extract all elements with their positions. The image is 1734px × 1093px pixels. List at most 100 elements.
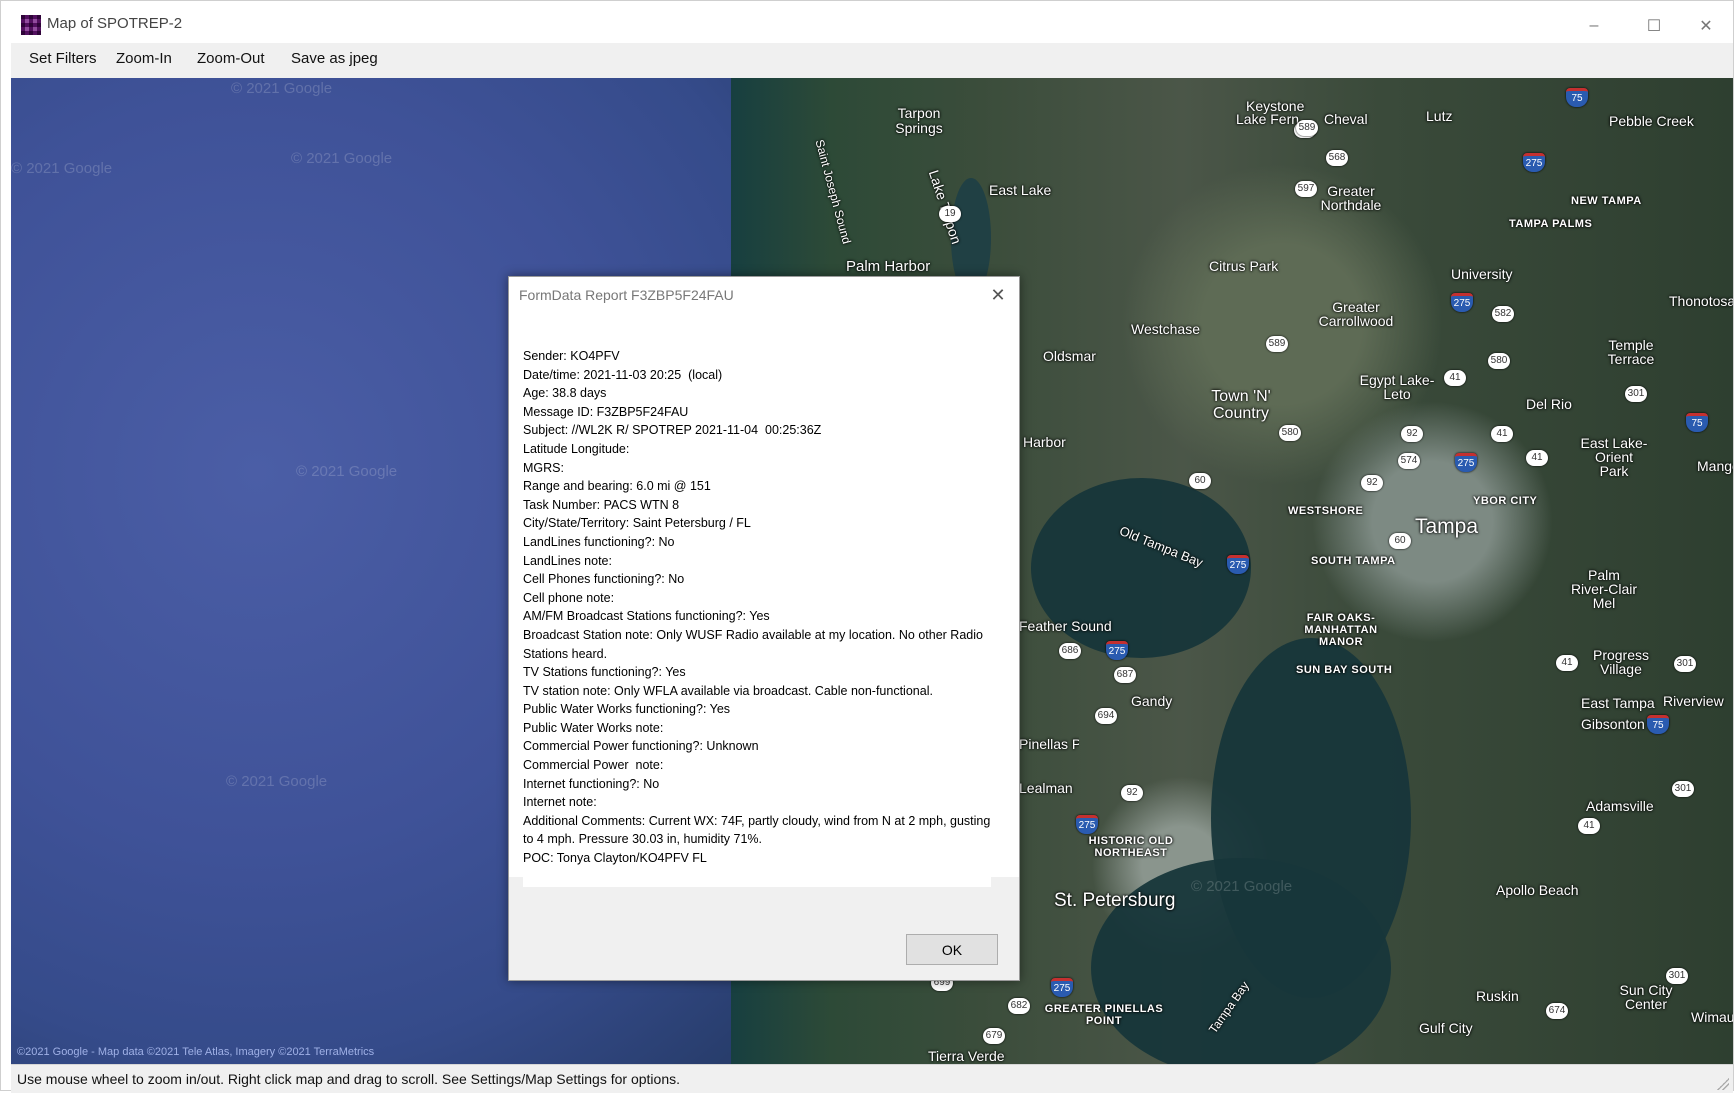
menu-save-jpeg[interactable]: Save as jpeg bbox=[291, 50, 378, 67]
road-shield-icon: 568 bbox=[1326, 150, 1348, 166]
map-label: Thonotosassa bbox=[1669, 293, 1733, 309]
report-line: Sender: KO4PFV bbox=[523, 349, 620, 363]
map-label: SOUTH TAMPA bbox=[1311, 555, 1396, 567]
map-label: SUN BAY SOUTH bbox=[1296, 664, 1393, 676]
report-line: POC: Tonya Clayton/KO4PFV FL bbox=[523, 851, 707, 866]
road-shield-icon: 19 bbox=[939, 206, 961, 222]
map-label: Progress Village bbox=[1592, 647, 1650, 677]
status-text: Use mouse wheel to zoom in/out. Right cl… bbox=[17, 1071, 680, 1087]
menu-zoom-out[interactable]: Zoom-Out bbox=[197, 50, 265, 67]
map-label: YBOR CITY bbox=[1473, 495, 1538, 507]
menu-zoom-in[interactable]: Zoom-In bbox=[116, 50, 172, 67]
report-line: Task Number: PACS WTN 8 bbox=[523, 497, 680, 512]
report-line: Message ID: F3ZBP5F24FAU bbox=[523, 404, 689, 419]
map-watermark: © 2021 Google bbox=[231, 80, 333, 97]
map-label: East Lake bbox=[989, 182, 1052, 198]
dialog-close-button[interactable]: ✕ bbox=[985, 283, 1011, 307]
report-line: TV Stations functioning?: Yes bbox=[523, 665, 686, 680]
map-label: Tampa bbox=[1415, 515, 1479, 538]
interstate-shield-icon: 75 bbox=[1686, 413, 1708, 432]
report-line: Internet functioning?: No bbox=[523, 776, 660, 791]
window-title: Map of SPOTREP-2 bbox=[47, 15, 183, 32]
road-shield-icon: 41 bbox=[1578, 818, 1600, 834]
interstate-shield-icon: 275 bbox=[1451, 293, 1473, 312]
report-line: Commercial Power functioning?: Unknown bbox=[523, 739, 759, 754]
report-line: MGRS: bbox=[523, 460, 564, 475]
map-label: WESTSHORE bbox=[1288, 505, 1364, 517]
map-label: Pebble Creek bbox=[1609, 113, 1694, 129]
road-shield-icon: 682 bbox=[1008, 998, 1030, 1014]
road-shield-icon: 92 bbox=[1361, 475, 1383, 491]
interstate-shield-icon: 275 bbox=[1455, 453, 1477, 472]
report-line: Date/time: 2021-11-03 20:25 (local) bbox=[523, 367, 723, 382]
road-shield-icon: 60 bbox=[1389, 533, 1411, 549]
road-shield-icon: 687 bbox=[1114, 667, 1136, 683]
road-shield-icon: 679 bbox=[983, 1028, 1005, 1044]
map-label: Adamsville bbox=[1586, 798, 1654, 814]
report-line: Public Water Works functioning?: Yes bbox=[523, 702, 731, 717]
report-line: TV station note: Only WFLA available via… bbox=[523, 683, 933, 698]
map-label: Westchase bbox=[1131, 321, 1200, 337]
map-label: Citrus Park bbox=[1209, 258, 1279, 274]
road-shield-icon: 60 bbox=[1189, 473, 1211, 489]
minimize-button[interactable]: – bbox=[1571, 11, 1617, 41]
map-label: TAMPA PALMS bbox=[1509, 218, 1593, 230]
map-watermark: © 2021 Google bbox=[11, 160, 113, 177]
map-label: Sun City Center bbox=[1619, 982, 1673, 1012]
interstate-shield-icon: 275 bbox=[1523, 153, 1545, 172]
road-shield-icon: 301 bbox=[1672, 781, 1694, 797]
map-label: Temple Terrace bbox=[1607, 337, 1655, 367]
ok-button[interactable]: OK bbox=[906, 934, 998, 965]
map-label: Lealman bbox=[1019, 780, 1073, 796]
road-shield-icon: 694 bbox=[1095, 708, 1117, 724]
road-shield-icon: 301 bbox=[1666, 968, 1688, 984]
dialog-title: FormData Report F3ZBP5F24FAU bbox=[519, 287, 734, 303]
map-label: Greater Carrollwood bbox=[1318, 299, 1394, 329]
map-label: FAIR OAKS-MANHATTAN MANOR bbox=[1304, 612, 1378, 648]
report-line: City/State/Territory: Saint Petersburg /… bbox=[523, 516, 751, 531]
formdata-report-dialog: FormData Report F3ZBP5F24FAU ✕ Sender: K… bbox=[508, 276, 1020, 981]
road-shield-icon: 686 bbox=[1059, 643, 1081, 659]
close-button[interactable]: ✕ bbox=[1683, 11, 1729, 41]
map-attribution: ©2021 Google - Map data ©2021 Tele Atlas… bbox=[17, 1046, 375, 1058]
map-label: Palm Harbor bbox=[846, 258, 931, 275]
map-label: Harbor bbox=[1023, 434, 1066, 450]
map-watermark: © 2021 Google bbox=[291, 150, 393, 167]
map-label: University bbox=[1451, 266, 1513, 282]
status-bar: Use mouse wheel to zoom in/out. Right cl… bbox=[11, 1064, 1733, 1093]
interstate-shield-icon: 275 bbox=[1051, 978, 1073, 997]
map-label: Wimauma bbox=[1691, 1009, 1733, 1025]
map-label: Lutz bbox=[1426, 108, 1453, 124]
maximize-button[interactable]: ☐ bbox=[1631, 11, 1677, 41]
report-line: LandLines functioning?: No bbox=[523, 534, 675, 549]
report-line: Range and bearing: 6.0 mi @ 151 bbox=[523, 479, 711, 494]
interstate-shield-icon: 275 bbox=[1106, 641, 1128, 660]
map-watermark: © 2021 Google bbox=[296, 463, 398, 480]
map-label: Apollo Beach bbox=[1496, 882, 1579, 898]
report-line: Internet note: bbox=[523, 795, 597, 810]
road-shield-icon: 574 bbox=[1398, 453, 1420, 469]
map-label: Gibsonton bbox=[1581, 716, 1645, 732]
resize-grip-icon[interactable] bbox=[1717, 1078, 1729, 1090]
map-label: Egypt Lake-Leto bbox=[1359, 372, 1435, 402]
road-shield-icon: 589 bbox=[1266, 336, 1288, 352]
map-label: GREATER PINELLAS POINT bbox=[1044, 1003, 1164, 1027]
road-shield-icon: 92 bbox=[1121, 785, 1143, 801]
report-line: Age: 38.8 days bbox=[523, 386, 607, 401]
report-line: LandLines note: bbox=[523, 553, 612, 568]
road-shield-icon: 597 bbox=[1295, 181, 1317, 197]
interstate-shield-icon: 75 bbox=[1647, 715, 1669, 734]
map-label: Del Rio bbox=[1526, 396, 1572, 412]
report-line: Broadcast Station note: Only WUSF Radio … bbox=[523, 627, 987, 661]
menu-set-filters[interactable]: Set Filters bbox=[29, 50, 97, 67]
map-label: Gandy bbox=[1131, 693, 1173, 709]
report-text[interactable]: Sender: KO4PFV Date/time: 2021-11-03 20:2… bbox=[523, 347, 991, 887]
road-shield-icon: 301 bbox=[1625, 386, 1647, 402]
report-line: Additional Comments: Current WX: 74F, pa… bbox=[523, 813, 991, 847]
map-label: Palm River-Clair Mel bbox=[1570, 567, 1638, 611]
map-label: Feather Sound bbox=[1019, 618, 1112, 634]
report-line: AM/FM Broadcast Stations functioning?: Y… bbox=[523, 609, 770, 624]
interstate-shield-icon: 275 bbox=[1227, 555, 1249, 574]
map-label: Greater Northdale bbox=[1320, 183, 1382, 213]
map-label: NEW TAMPA bbox=[1571, 195, 1642, 207]
